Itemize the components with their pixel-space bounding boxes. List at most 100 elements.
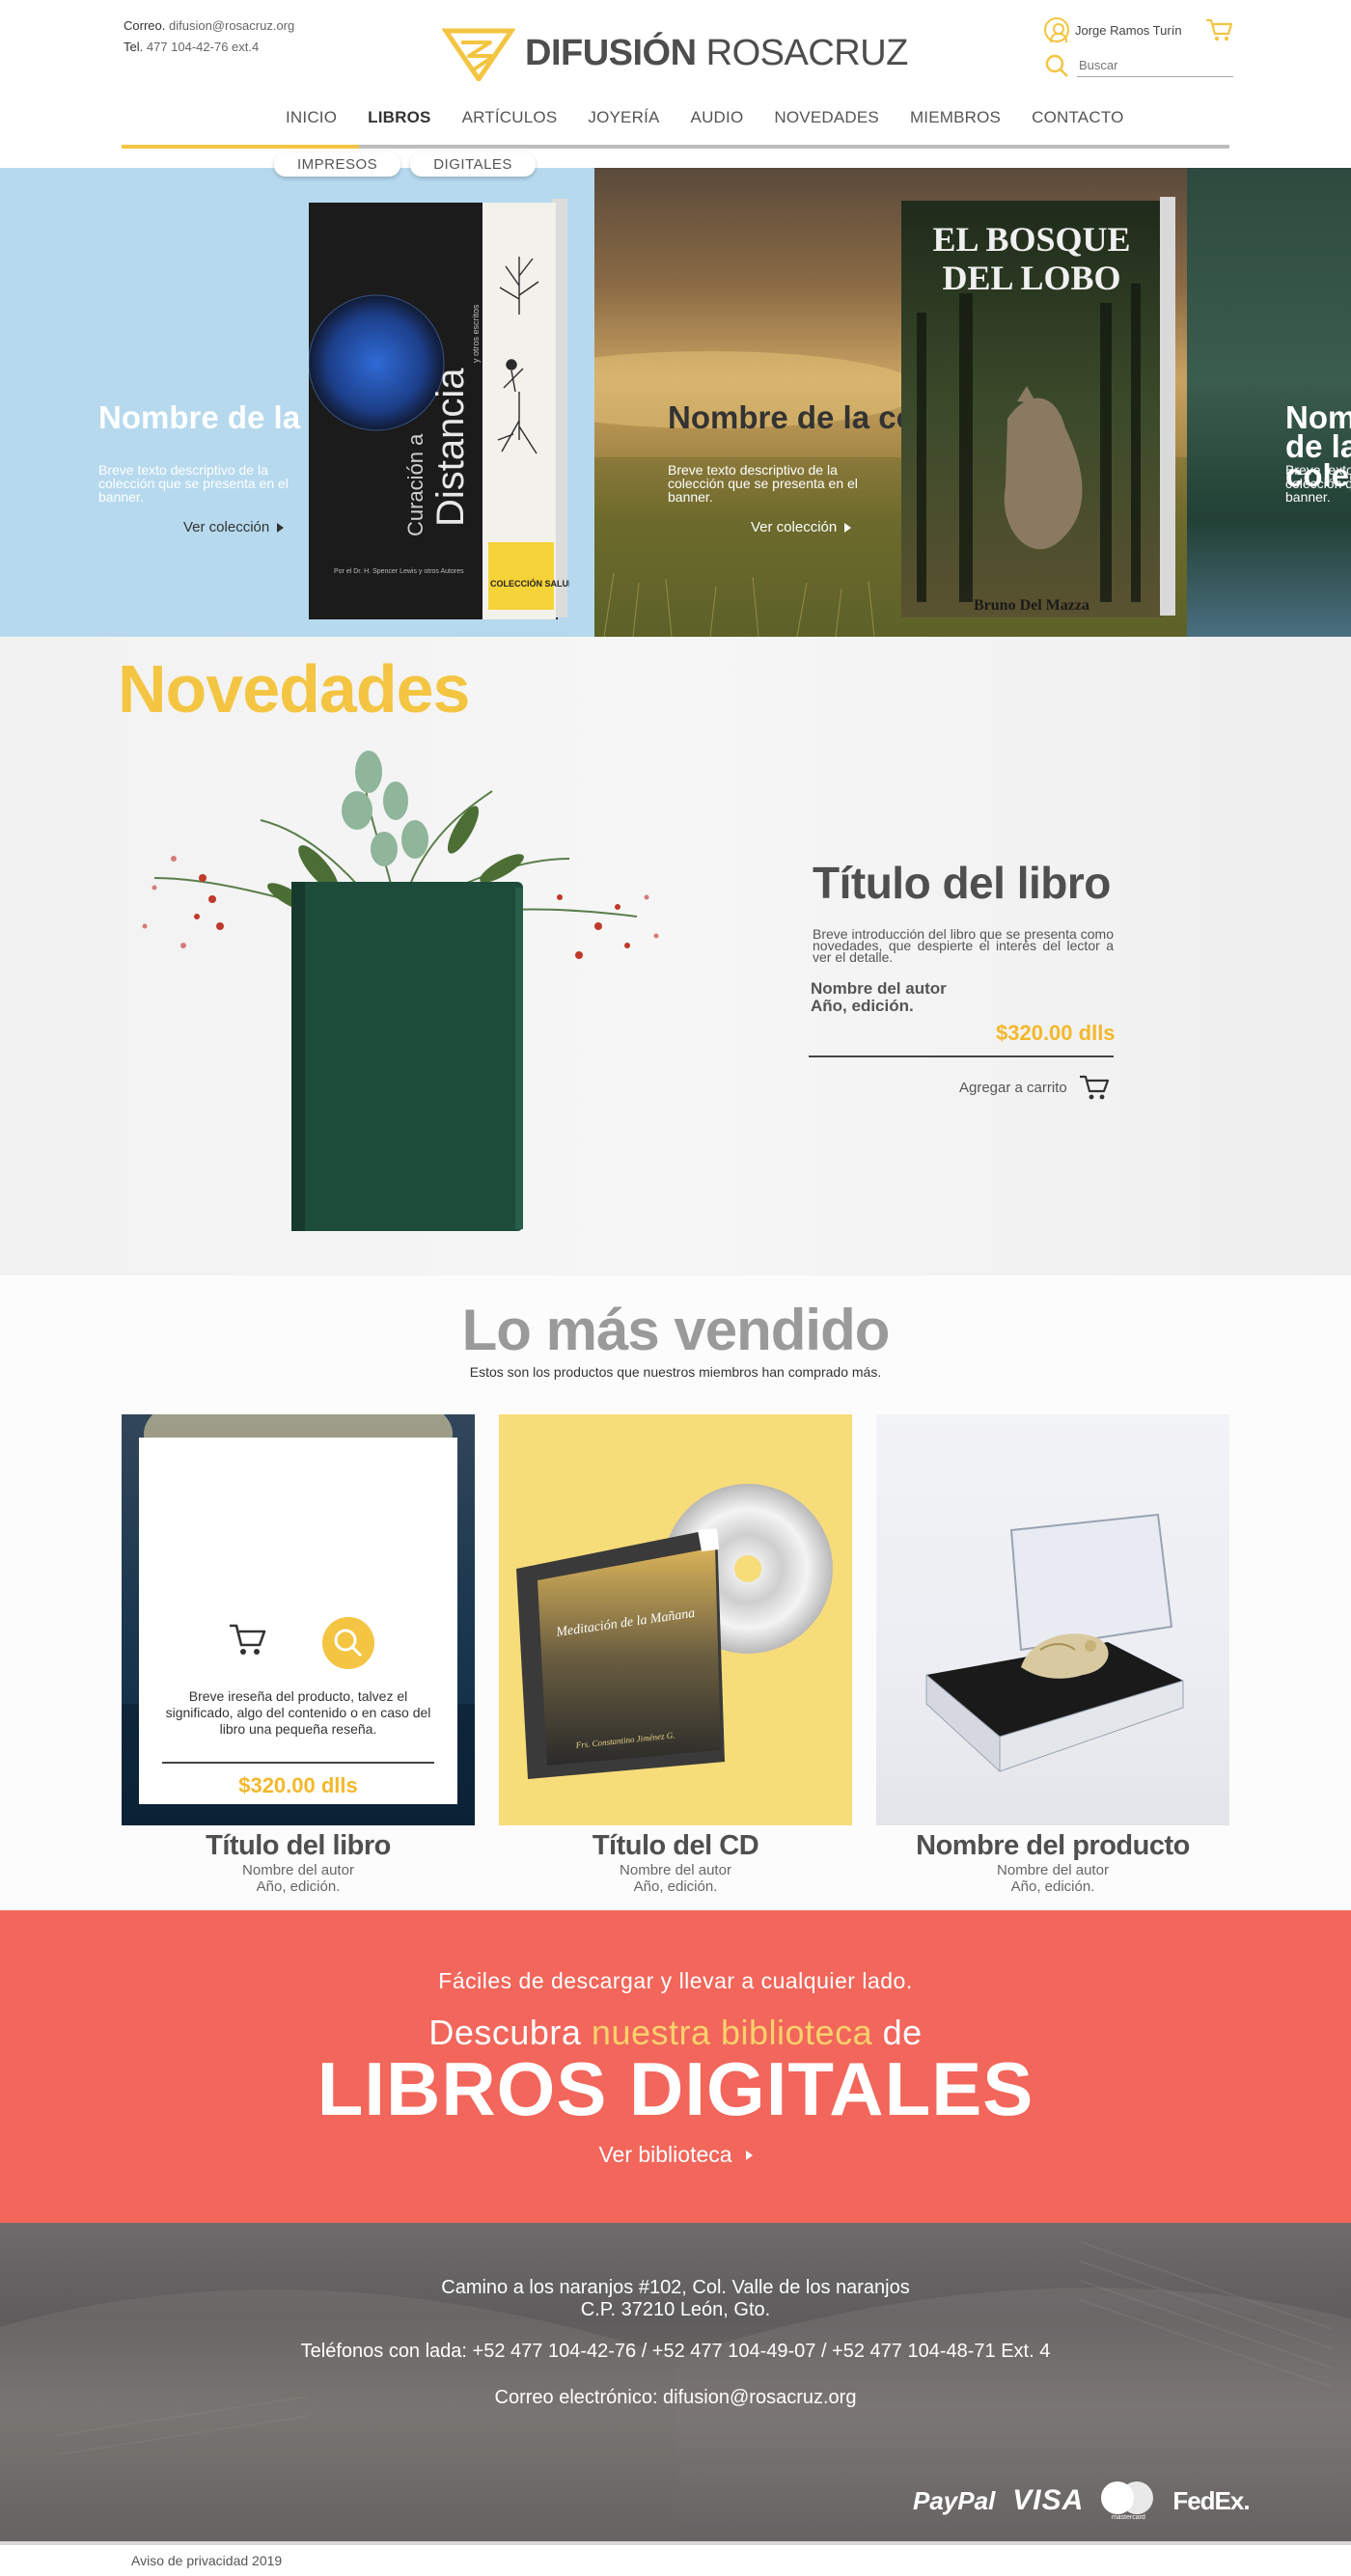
mastercard-label: mastercard — [1111, 2514, 1145, 2521]
svg-text:EL BOSQUE: EL BOSQUE — [932, 220, 1130, 259]
header-contact: Correo. difusion@rosacruz.org Tel. 477 1… — [124, 15, 294, 58]
nav-item-articulos[interactable]: ARTÍCULOS — [447, 100, 573, 135]
featured-book-author: Nombre del autor Año, edición. — [811, 980, 947, 1015]
add-to-cart-label: Agregar a carrito — [959, 1079, 1067, 1096]
section-subtitle: Estos son los productos que nuestros mie… — [469, 1364, 882, 1380]
digital-library-banner: Fáciles de descargar y llevar a cualquie… — [0, 1910, 1351, 2223]
product-review: Breve ireseña del producto, talvez el si… — [165, 1688, 431, 1737]
product-card[interactable]: Breve ireseña del producto, talvez el si… — [122, 1414, 475, 1825]
banner-slide[interactable]: Nombre de la colección. Breve texto desc… — [1187, 168, 1351, 637]
view-library-label: Ver biblioteca — [598, 2142, 732, 2167]
author-name: Nombre del autor — [811, 979, 947, 998]
add-to-cart-button[interactable]: Agregar a carrito — [959, 1073, 1110, 1102]
book-cover-image: Curación a Distancia y otros escritos Po… — [309, 199, 569, 619]
featured-book-price: $320.00 dlls — [996, 1021, 1116, 1045]
footer-address: Camino a los naranjos #102, Col. Valle d… — [0, 2277, 1351, 2321]
footer-phones: Teléfonos con lada: +52 477 104-42-76 / … — [300, 2341, 1051, 2362]
section-title: Novedades — [118, 651, 470, 726]
product-year: Año, edición. — [1010, 1878, 1095, 1895]
svg-text:Distancia: Distancia — [429, 368, 472, 527]
product-author: Nombre del autor — [620, 1862, 731, 1878]
logo-text-bold: DIFUSIÓN — [525, 32, 697, 73]
mastercard-logo: mastercard — [1101, 2481, 1155, 2521]
nav-item-inicio[interactable]: INICIO — [270, 100, 352, 135]
book1-series: COLECCIÓN SALUD — [490, 578, 569, 589]
nav-item-joyeria[interactable]: JOYERÍA — [572, 100, 675, 135]
user-name[interactable]: Jorge Ramos Turín — [1075, 23, 1204, 38]
price-divider — [809, 1055, 1114, 1057]
play-arrow-icon — [844, 522, 852, 533]
cart-icon — [1079, 1075, 1109, 1100]
featured-book-title[interactable]: Título del libro — [813, 857, 1111, 909]
subnav-impresos[interactable]: IMPRESOS — [274, 152, 401, 177]
slide-link-label: Ver colección — [183, 519, 270, 535]
bestsellers-section: Lo más vendido Estos son los productos q… — [0, 1275, 1351, 1910]
banner-slide[interactable]: Nombre de la colección. Breve texto desc… — [594, 168, 1187, 637]
slide-desc: Breve texto descriptivo de la colección … — [98, 462, 289, 505]
nav-item-novedades[interactable]: NOVEDADES — [758, 100, 895, 135]
search-input[interactable] — [1077, 54, 1233, 77]
cart-icon[interactable] — [228, 1621, 266, 1658]
svg-text:Curación a: Curación a — [403, 433, 427, 536]
payment-methods: PayPal VISA mastercard FedEx. — [913, 2481, 1251, 2521]
nav-active-indicator — [122, 145, 359, 149]
main-nav: INICIO LIBROS ARTÍCULOS JOYERÍA AUDIO NO… — [270, 100, 1140, 135]
featured-book-desc: Breve introducción del libro que se pres… — [813, 926, 1114, 965]
book2-author: Bruno Del Mazza — [974, 597, 1089, 614]
nav-item-contacto[interactable]: CONTACTO — [1016, 100, 1139, 135]
play-arrow-icon — [277, 522, 285, 533]
slide-desc: Breve texto descriptivo de la colección … — [1285, 462, 1351, 505]
digital-tagline: Fáciles de descargar y llevar a cualquie… — [438, 1968, 913, 1993]
price-divider — [162, 1762, 434, 1764]
visa-logo: VISA — [1012, 2484, 1085, 2516]
nav-item-miembros[interactable]: MIEMBROS — [895, 100, 1016, 135]
subnav-digitales[interactable]: DIGITALES — [410, 152, 536, 177]
slide-link[interactable]: Ver colección — [751, 519, 852, 535]
user-icon[interactable] — [1044, 17, 1069, 42]
footer-email[interactable]: Correo electrónico: difusion@rosacruz.or… — [0, 2387, 1351, 2409]
product-caption: Título del libro Nombre del autor Año, e… — [122, 1829, 475, 1895]
product-year: Año, edición. — [633, 1878, 718, 1895]
search-icon — [334, 1629, 363, 1658]
nav-item-libros[interactable]: LIBROS — [352, 100, 446, 135]
privacy-bar: Aviso de privacidad 2019 — [0, 2541, 1351, 2576]
slide-link[interactable]: Ver colección — [183, 519, 285, 535]
banner-slide[interactable]: Nombre de la colección. Breve texto desc… — [0, 168, 594, 637]
product-hover-overlay: Breve ireseña del producto, talvez el si… — [139, 1438, 457, 1804]
product-title[interactable]: Nombre del producto — [876, 1829, 1229, 1862]
view-details-button[interactable] — [322, 1617, 374, 1669]
hero-banner: Nombre de la colección. Breve texto desc… — [0, 168, 1351, 637]
user-area: Jorge Ramos Turín — [1044, 15, 1233, 83]
product-card[interactable] — [876, 1414, 1229, 1825]
svg-text:y otros escritos: y otros escritos — [471, 304, 481, 363]
header-email[interactable]: difusion@rosacruz.org — [169, 18, 294, 33]
play-arrow-icon — [745, 2150, 753, 2160]
product-author: Nombre del autor — [997, 1862, 1109, 1878]
product-title[interactable]: Título del libro — [122, 1829, 475, 1862]
nav-item-audio[interactable]: AUDIO — [676, 100, 759, 135]
featured-book-image — [142, 751, 659, 1231]
logo-mark-icon — [442, 28, 515, 81]
product-year: Año, edición. — [256, 1878, 341, 1895]
product-card[interactable]: Meditación de la Mañana Frs. Constantino… — [499, 1414, 852, 1825]
nav-underline — [122, 145, 1229, 149]
search-icon[interactable] — [1044, 53, 1069, 78]
product-caption: Nombre del producto Nombre del autor Año… — [876, 1829, 1229, 1895]
cd-image: Meditación de la Mañana Frs. Constantino… — [516, 1484, 833, 1779]
book1-author: Por el Dr. H. Spencer Lewis y otros Auto… — [334, 568, 464, 575]
product-title[interactable]: Título del CD — [499, 1829, 852, 1862]
product-author: Nombre del autor — [242, 1862, 354, 1878]
logo-text: DIFUSIÓN ROSACRUZ — [525, 33, 908, 74]
privacy-link[interactable]: Aviso de privacidad 2019 — [131, 2553, 282, 2568]
site-logo[interactable]: DIFUSIÓN ROSACRUZ — [442, 25, 908, 81]
address-line-1: Camino a los naranjos #102, Col. Valle d… — [441, 2277, 910, 2298]
digital-big-title: LIBROS DIGITALES — [317, 2046, 1034, 2131]
view-library-link[interactable]: Ver biblioteca — [0, 2142, 1351, 2168]
book-year: Año, edición. — [811, 997, 914, 1015]
book-cover-image: EL BOSQUE DEL LOBO Bruno Del Mazza — [901, 197, 1175, 617]
jewelry-image — [925, 1513, 1184, 1773]
cart-icon[interactable] — [1204, 16, 1233, 43]
logo-text-regular: ROSACRUZ — [705, 32, 909, 73]
section-title: Lo más vendido — [461, 1298, 891, 1362]
product-caption: Título del CD Nombre del autor Año, edic… — [499, 1829, 852, 1895]
